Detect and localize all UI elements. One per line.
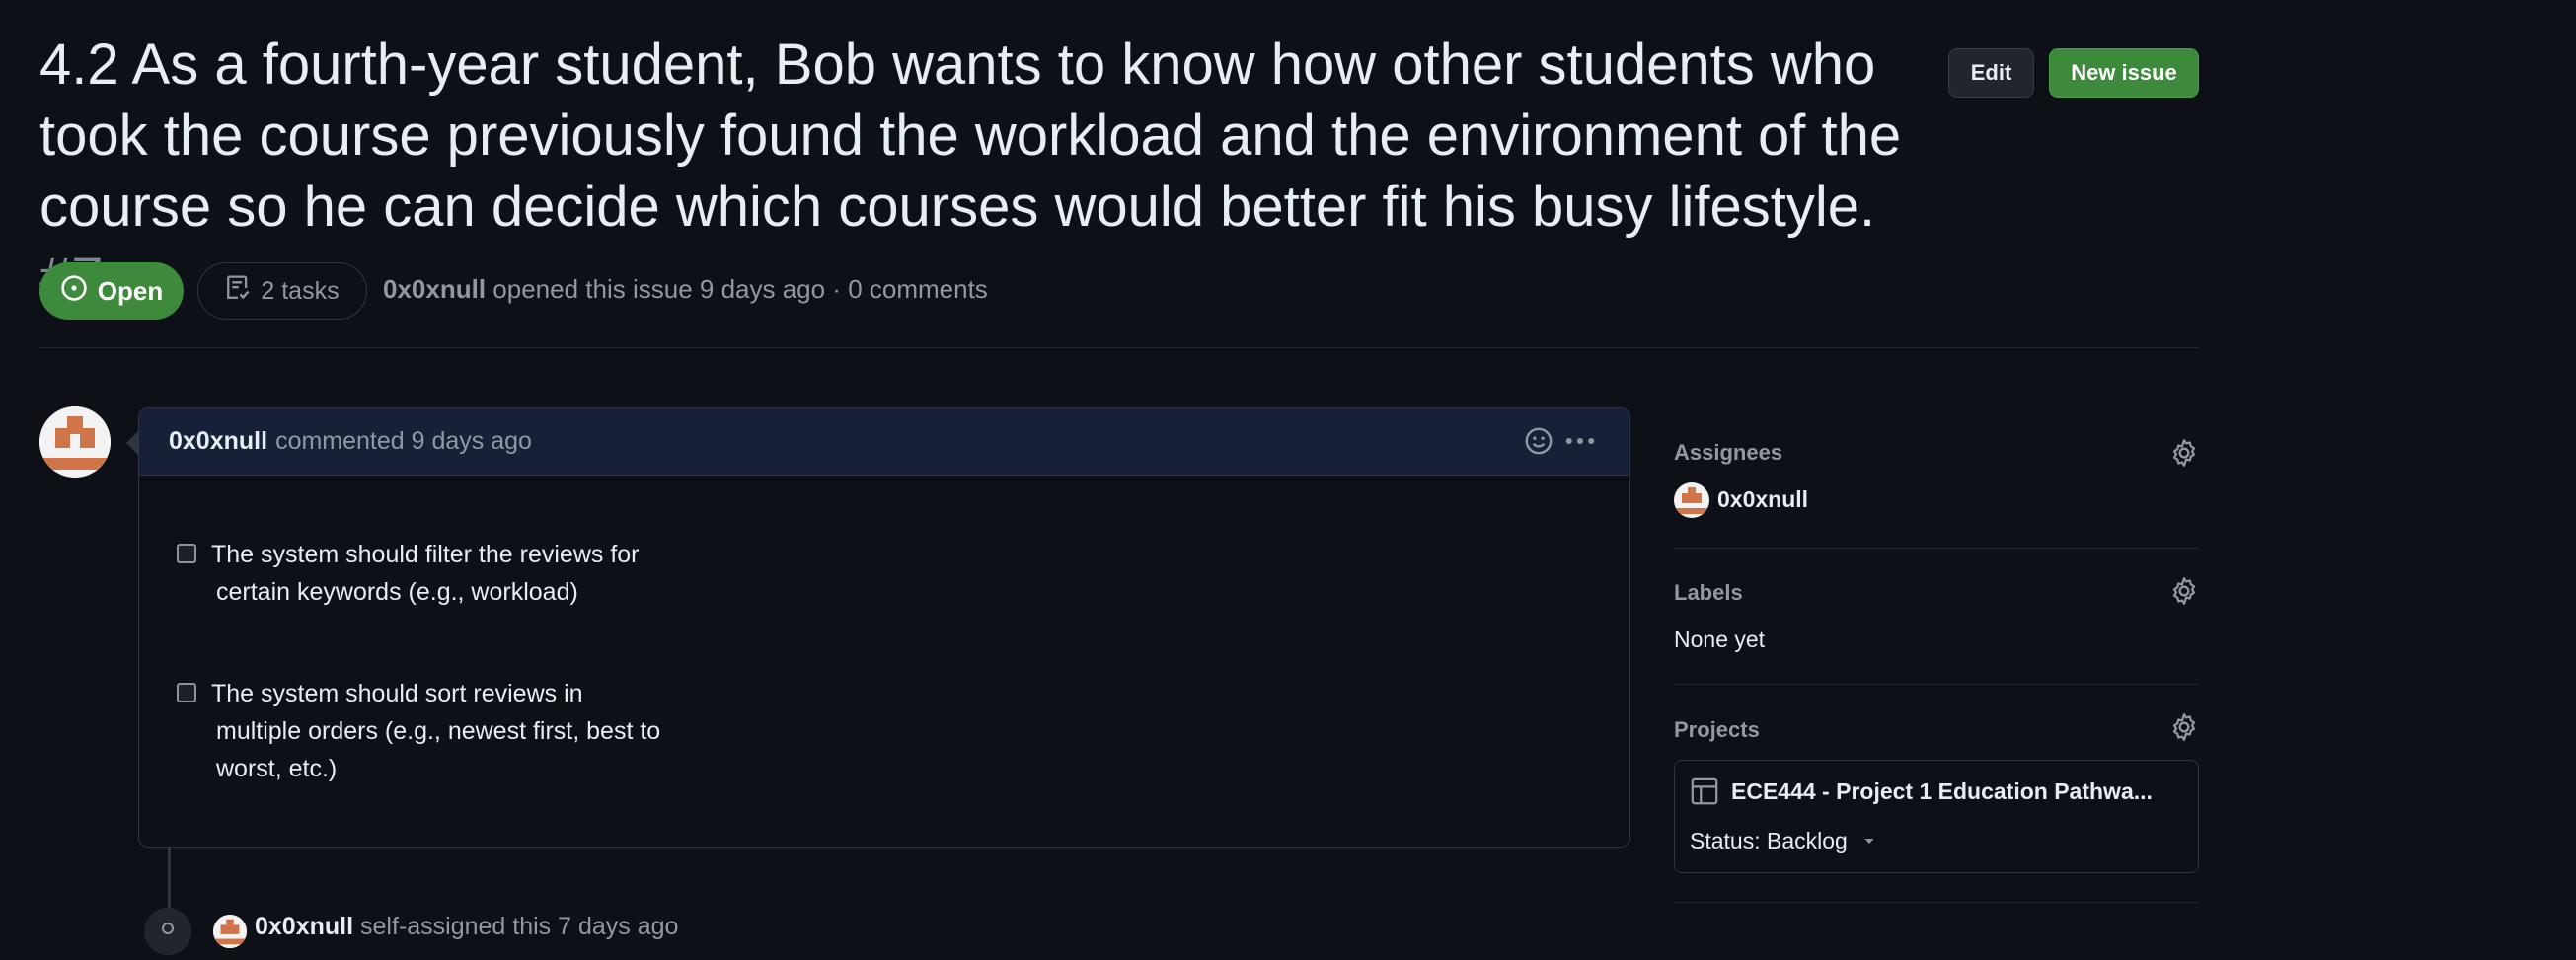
gear-icon[interactable] (2169, 576, 2199, 606)
task-item: The system should filter the reviews for… (177, 536, 729, 611)
tasks-progress[interactable]: 2 tasks (197, 262, 367, 320)
project-name-link[interactable]: ECE444 - Project 1 Education Pathwa... (1731, 778, 2185, 805)
assignee-name[interactable]: 0x0xnull (1717, 486, 1808, 513)
task-checkbox[interactable] (177, 544, 196, 563)
avatar[interactable] (39, 406, 111, 478)
sidebar-divider (1674, 684, 2199, 685)
task-text: multiple orders (e.g., newest first, bes… (216, 717, 661, 745)
assignees-heading[interactable]: Assignees (1674, 440, 1782, 466)
comment-card: 0x0xnull commented 9 days ago The system… (138, 407, 1630, 848)
sidebar-divider (1674, 902, 2199, 903)
comment-timestamp[interactable]: commented 9 days ago (275, 427, 532, 456)
issue-title-text: 4.2 As a fourth-year student, Bob wants … (39, 33, 1902, 239)
gear-icon[interactable] (2169, 712, 2199, 742)
project-card (1674, 760, 2199, 873)
projects-heading[interactable]: Projects (1674, 717, 1760, 743)
issue-opened-text: opened this issue 9 days ago · 0 comment… (492, 274, 988, 304)
smiley-icon[interactable] (1524, 426, 1553, 463)
edit-button[interactable]: Edit (1948, 48, 2034, 98)
issue-opened-icon (60, 274, 88, 309)
gear-icon[interactable] (2169, 438, 2199, 468)
tasks-label: 2 tasks (261, 276, 340, 305)
table-icon (1690, 776, 1719, 811)
task-checkbox[interactable] (177, 683, 196, 702)
labels-heading[interactable]: Labels (1674, 580, 1743, 606)
task-item: The system should sort reviews in multip… (177, 675, 729, 787)
person-icon (144, 908, 191, 955)
assignee-avatar[interactable] (1674, 482, 1709, 518)
issue-meta: 0x0xnull opened this issue 9 days ago · … (383, 274, 988, 305)
timeline-avatar[interactable] (213, 915, 247, 948)
task-text: The system should sort reviews in (211, 680, 583, 707)
issue-state-label: Open (97, 275, 164, 306)
task-text: certain keywords (e.g., workload) (216, 578, 578, 606)
triangle-down-icon (1861, 828, 1877, 854)
timeline-author-link[interactable]: 0x0xnull (255, 913, 353, 940)
comment-author-link[interactable]: 0x0xnull (169, 427, 267, 456)
comment-caret (126, 431, 138, 455)
issue-author-link[interactable]: 0x0xnull (383, 274, 486, 304)
project-status-dropdown[interactable]: Status: Backlog (1690, 828, 1877, 854)
sidebar-divider (1674, 548, 2199, 549)
labels-value: None yet (1674, 627, 1766, 652)
new-issue-button[interactable]: New issue (2049, 48, 2199, 98)
timeline-event-text: self-assigned this 7 days ago (360, 913, 679, 940)
project-status-label: Status: Backlog (1690, 828, 1848, 853)
task-text: The system should filter the reviews for (211, 541, 640, 568)
kebab-horizontal-icon[interactable] (1563, 426, 1597, 463)
tasklist-icon (225, 274, 251, 309)
task-text: worst, etc.) (216, 755, 338, 782)
issue-state-badge: Open (39, 262, 184, 320)
comment-header: 0x0xnull commented 9 days ago (139, 408, 1629, 476)
header-divider (39, 347, 2199, 348)
